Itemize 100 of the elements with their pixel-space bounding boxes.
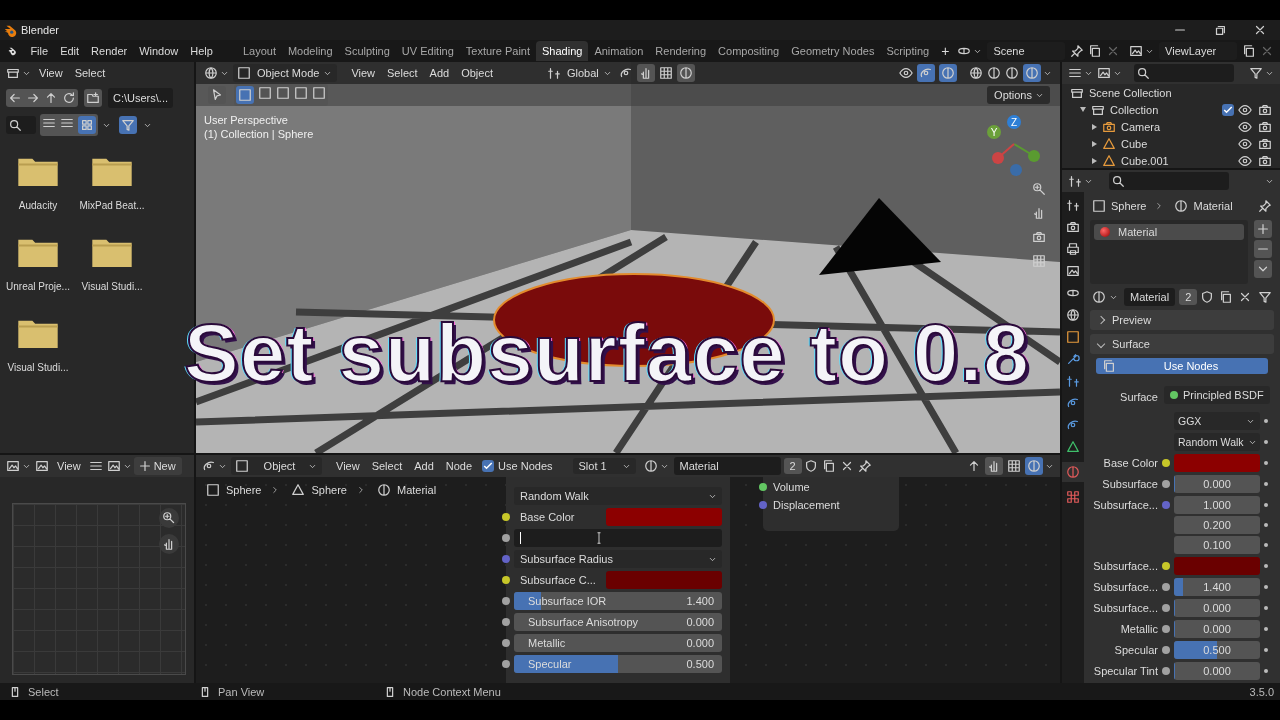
select-mode-icon[interactable] [258, 86, 272, 100]
menu-item[interactable]: Edit [54, 45, 86, 57]
object-dropdown[interactable]: Object [231, 457, 322, 475]
copy-icon[interactable] [821, 459, 836, 473]
workspace-tab[interactable]: Geometry Nodes [785, 41, 881, 61]
menu-item[interactable]: View [330, 460, 366, 472]
new-folder-icon[interactable] [84, 89, 102, 107]
socket-dot[interactable] [502, 576, 510, 584]
color-swatch[interactable] [606, 571, 722, 589]
orientation-dropdown[interactable]: Global [539, 64, 617, 82]
mesh-icon[interactable] [291, 483, 306, 497]
image-icon[interactable] [106, 459, 121, 473]
workspace-tab[interactable]: Animation [588, 41, 650, 61]
search-field[interactable] [1109, 172, 1229, 190]
folder-name[interactable]: Audacity [18, 200, 58, 211]
zoom-icon[interactable] [1032, 182, 1046, 196]
select-mode-icon[interactable] [294, 86, 308, 100]
menu-item[interactable]: Add [408, 460, 440, 472]
display-mode-icon[interactable] [1097, 66, 1111, 80]
add-workspace-button[interactable]: + [935, 43, 956, 59]
material-field[interactable]: Material [1124, 288, 1176, 306]
value-field[interactable]: 0.100 [1174, 536, 1260, 554]
folder-icon[interactable] [92, 237, 132, 267]
keyframe-dot[interactable] [1264, 543, 1268, 547]
camera-icon[interactable] [1102, 119, 1116, 134]
socket-dot[interactable] [1162, 459, 1170, 467]
menu-item[interactable]: View [33, 67, 69, 79]
object-icon[interactable] [237, 66, 251, 80]
color-swatch[interactable] [1174, 454, 1260, 472]
camera-icon[interactable] [1032, 230, 1046, 244]
menu-item[interactable]: Object [455, 67, 499, 79]
disclosure-triangle-icon[interactable] [1080, 107, 1086, 112]
camera-icon[interactable] [1258, 119, 1272, 134]
socket-dot[interactable] [502, 639, 510, 647]
outliner-item[interactable]: Scene Collection [1089, 86, 1172, 99]
workspace-tab[interactable]: Shading [536, 41, 589, 61]
disclosure-triangle-icon[interactable] [1092, 157, 1097, 164]
refresh-icon[interactable] [62, 91, 76, 105]
keyframe-dot[interactable] [1264, 523, 1268, 527]
breadcrumb-item[interactable]: Sphere [311, 484, 347, 496]
value-slider[interactable]: Subsurface Anisotropy 0.000 [514, 613, 722, 631]
node-tree-icon[interactable] [1102, 359, 1116, 373]
triangle-mesh-icon[interactable] [1102, 153, 1116, 168]
text-input-field[interactable] [514, 529, 722, 547]
folder-icon[interactable] [6, 66, 20, 80]
scene-field[interactable]: Scene [987, 42, 1066, 60]
remove-icon[interactable] [1254, 240, 1272, 258]
socket-dot[interactable] [502, 555, 510, 563]
material-icon[interactable] [643, 459, 658, 473]
workspace-tab[interactable]: Rendering [649, 41, 713, 61]
socket-dot[interactable] [1162, 604, 1170, 612]
triangle-mesh-icon[interactable] [1102, 136, 1116, 151]
eye-icon[interactable] [1238, 102, 1252, 117]
breadcrumb-item[interactable]: Sphere [226, 484, 262, 496]
socket-dot[interactable] [502, 660, 510, 668]
socket-dot[interactable] [1162, 501, 1170, 509]
forward-arrow-icon[interactable] [26, 91, 40, 105]
material-slot[interactable]: Material [1094, 224, 1244, 240]
menu-item[interactable]: Select [381, 67, 424, 79]
menu-item[interactable]: Node [439, 460, 479, 472]
output-tab-icon[interactable] [1066, 242, 1080, 256]
keyframe-dot[interactable] [1264, 627, 1268, 631]
keyframe-dot[interactable] [1264, 564, 1268, 568]
menu-item[interactable]: Add [423, 67, 456, 79]
value-field[interactable]: 0.200 [1174, 516, 1260, 534]
filter-icon[interactable] [1258, 290, 1273, 304]
particles-tab-icon[interactable] [1066, 374, 1080, 388]
outliner-item[interactable]: Cube.001 [1121, 154, 1169, 167]
folder-icon[interactable] [92, 156, 132, 186]
folder-name[interactable]: Unreal Proje... [6, 281, 70, 292]
search-icon[interactable] [1136, 66, 1150, 80]
value-slider[interactable]: Specular 0.500 [514, 655, 722, 673]
socket-dot[interactable] [1162, 480, 1170, 488]
object-icon[interactable] [235, 459, 249, 473]
material-field[interactable]: Material [673, 457, 781, 475]
value-slider[interactable]: 0.500 [1174, 641, 1260, 659]
list-view-icon[interactable] [42, 116, 56, 130]
search-icon[interactable] [8, 118, 22, 132]
select-mode-icon[interactable] [276, 86, 290, 100]
keyframe-dot[interactable] [1264, 440, 1268, 444]
keyframe-dot[interactable] [1264, 669, 1268, 673]
pin-icon[interactable] [1258, 199, 1272, 213]
workspace-tab[interactable]: UV Editing [395, 41, 460, 61]
socket-dot[interactable] [502, 513, 510, 521]
dropdown[interactable]: Subsurface Radius [514, 550, 722, 568]
fake-user-icon[interactable] [1200, 290, 1215, 304]
folder-name[interactable]: Visual Studi... [81, 281, 143, 292]
menu-item[interactable]: Render [85, 45, 134, 57]
search-field[interactable] [1134, 64, 1234, 82]
grid-icon[interactable] [1032, 254, 1046, 268]
value-slider[interactable]: 0.000 [1174, 620, 1260, 638]
keyframe-dot[interactable] [1264, 419, 1268, 423]
parent-node-icon[interactable] [967, 459, 981, 473]
image-icon[interactable] [1129, 44, 1144, 58]
pin-icon[interactable] [857, 459, 872, 473]
texture-tab-icon[interactable] [1066, 490, 1080, 504]
keyframe-dot[interactable] [1264, 503, 1268, 507]
select-mode-icon[interactable] [312, 86, 326, 100]
workspace-tab[interactable]: Layout [236, 41, 282, 61]
socket-dot[interactable] [502, 534, 510, 542]
